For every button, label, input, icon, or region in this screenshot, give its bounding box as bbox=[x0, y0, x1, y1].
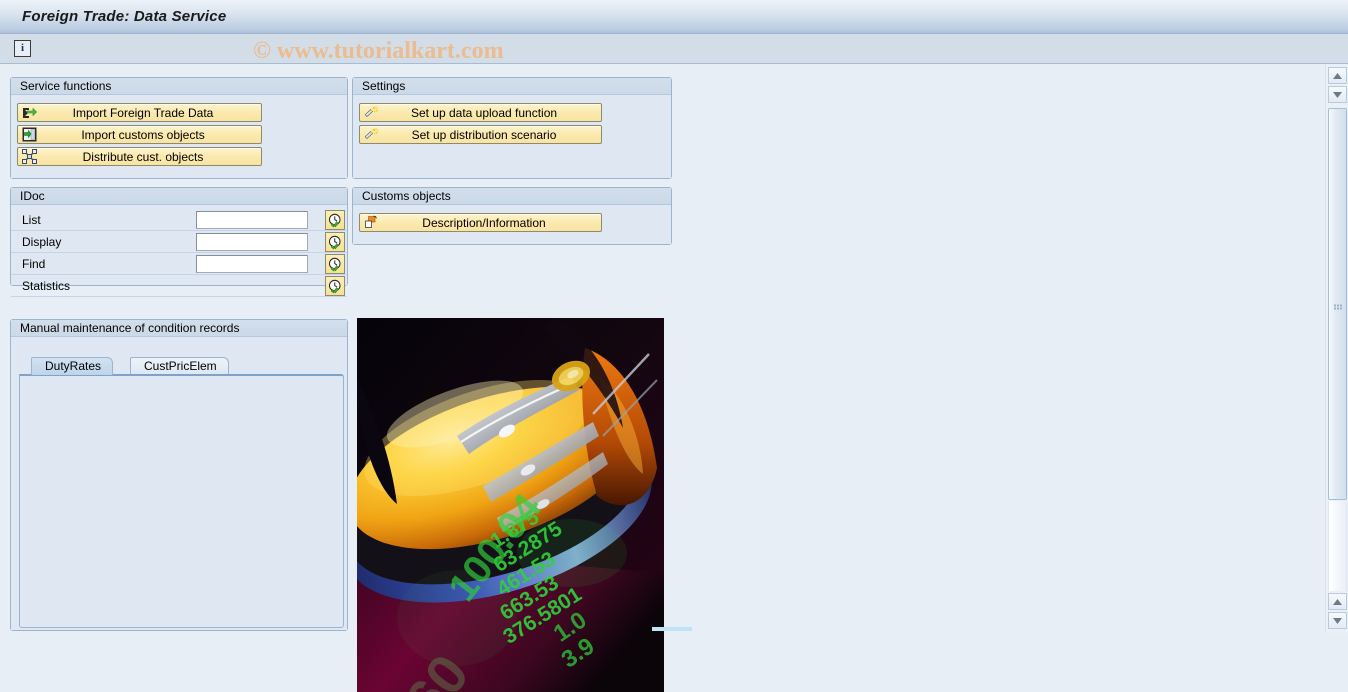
group-body-idoc: List Display Find Statistics bbox=[11, 205, 347, 297]
window-title-bar: Foreign Trade: Data Service bbox=[0, 0, 1348, 34]
group-customs-objects: Customs objects Description/Information bbox=[352, 187, 672, 245]
group-settings: Settings Set up data upload function Set… bbox=[352, 77, 672, 179]
idoc-row-statistics: Statistics bbox=[11, 275, 347, 297]
info-icon[interactable]: i bbox=[14, 40, 31, 57]
set-up-distribution-scenario-button[interactable]: Set up distribution scenario bbox=[359, 125, 602, 144]
import-customs-objects-label: Import customs objects bbox=[81, 127, 205, 142]
application-toolbar: i bbox=[0, 34, 1348, 64]
group-body-settings: Set up data upload function Set up distr… bbox=[353, 95, 671, 178]
scrollbar-track[interactable] bbox=[1328, 501, 1347, 591]
idoc-execute-statistics-button[interactable] bbox=[325, 276, 345, 296]
group-idoc: IDoc List Display Find Statistics bbox=[10, 187, 348, 297]
magic-wand-icon bbox=[361, 126, 381, 143]
group-title-manual-maintenance: Manual maintenance of condition records bbox=[11, 320, 347, 337]
group-title-service-functions: Service functions bbox=[11, 78, 347, 95]
page-title: Foreign Trade: Data Service bbox=[22, 8, 227, 25]
distribute-network-icon bbox=[19, 148, 39, 165]
group-body-service-functions: Import Foreign Trade Data Import customs… bbox=[11, 95, 347, 178]
import-document-icon bbox=[19, 126, 39, 143]
idoc-label-statistics: Statistics bbox=[22, 279, 71, 293]
import-customs-objects-button[interactable]: Import customs objects bbox=[17, 125, 262, 144]
group-service-functions: Service functions Import Foreign Trade D… bbox=[10, 77, 348, 179]
group-manual-maintenance: Manual maintenance of condition records … bbox=[10, 319, 348, 631]
idoc-execute-display-button[interactable] bbox=[325, 232, 345, 252]
scroll-up-arrow-icon[interactable] bbox=[1328, 67, 1347, 84]
group-body-manual-maintenance: DutyRates CustPricElem bbox=[11, 337, 347, 630]
idoc-input-list[interactable] bbox=[196, 211, 308, 229]
tab-panel-duty-rates bbox=[19, 374, 344, 628]
distribute-cust-objects-button[interactable]: Distribute cust. objects bbox=[17, 147, 262, 166]
description-information-button[interactable]: Description/Information bbox=[359, 213, 602, 232]
idoc-input-display[interactable] bbox=[196, 233, 308, 251]
magic-wand-icon bbox=[361, 104, 381, 121]
group-title-idoc: IDoc bbox=[11, 188, 347, 205]
idoc-input-find[interactable] bbox=[196, 255, 308, 273]
idoc-label-display: Display bbox=[22, 235, 62, 249]
pane-divider bbox=[1325, 65, 1326, 633]
idoc-label-list: List bbox=[22, 213, 41, 227]
group-title-settings: Settings bbox=[353, 78, 671, 95]
object-info-icon bbox=[361, 214, 381, 231]
group-title-customs-objects: Customs objects bbox=[353, 188, 671, 205]
scroll-down-arrow-icon[interactable] bbox=[1328, 86, 1347, 103]
idoc-label-find: Find bbox=[22, 257, 46, 271]
scrollbar-grip-icon bbox=[1333, 301, 1342, 310]
scroll-up-arrow-icon-bottom[interactable] bbox=[1328, 593, 1347, 610]
idoc-row-find: Find bbox=[11, 253, 347, 275]
hard-disk-drive-photo: 100.04 60 1.875 63.2875 461.53 663.53 37… bbox=[357, 318, 664, 692]
set-up-data-upload-function-label: Set up data upload function bbox=[410, 105, 558, 120]
scroll-down-arrow-icon-bottom[interactable] bbox=[1328, 612, 1347, 629]
set-up-distribution-scenario-label: Set up distribution scenario bbox=[411, 127, 557, 142]
tab-cust-pric-elem[interactable]: CustPricElem bbox=[130, 357, 229, 375]
tabstrip-condition-records: DutyRates CustPricElem bbox=[19, 357, 339, 375]
scrollbar-thumb[interactable] bbox=[1328, 108, 1347, 500]
group-body-customs-objects: Description/Information bbox=[353, 205, 671, 244]
description-information-label: Description/Information bbox=[422, 215, 546, 230]
idoc-row-list: List bbox=[11, 209, 347, 231]
tab-duty-rates[interactable]: DutyRates bbox=[31, 357, 114, 375]
import-arrow-icon bbox=[19, 104, 39, 121]
import-foreign-trade-data-label: Import Foreign Trade Data bbox=[72, 105, 214, 120]
content-canvas: Service functions Import Foreign Trade D… bbox=[0, 65, 1325, 692]
vertical-scrollbar[interactable] bbox=[1325, 65, 1348, 633]
idoc-row-display: Display bbox=[11, 231, 347, 253]
import-foreign-trade-data-button[interactable]: Import Foreign Trade Data bbox=[17, 103, 262, 122]
distribute-cust-objects-label: Distribute cust. objects bbox=[82, 149, 204, 164]
idoc-execute-find-button[interactable] bbox=[325, 254, 345, 274]
set-up-data-upload-function-button[interactable]: Set up data upload function bbox=[359, 103, 602, 122]
status-bar-indicator bbox=[652, 627, 692, 631]
idoc-execute-list-button[interactable] bbox=[325, 210, 345, 230]
